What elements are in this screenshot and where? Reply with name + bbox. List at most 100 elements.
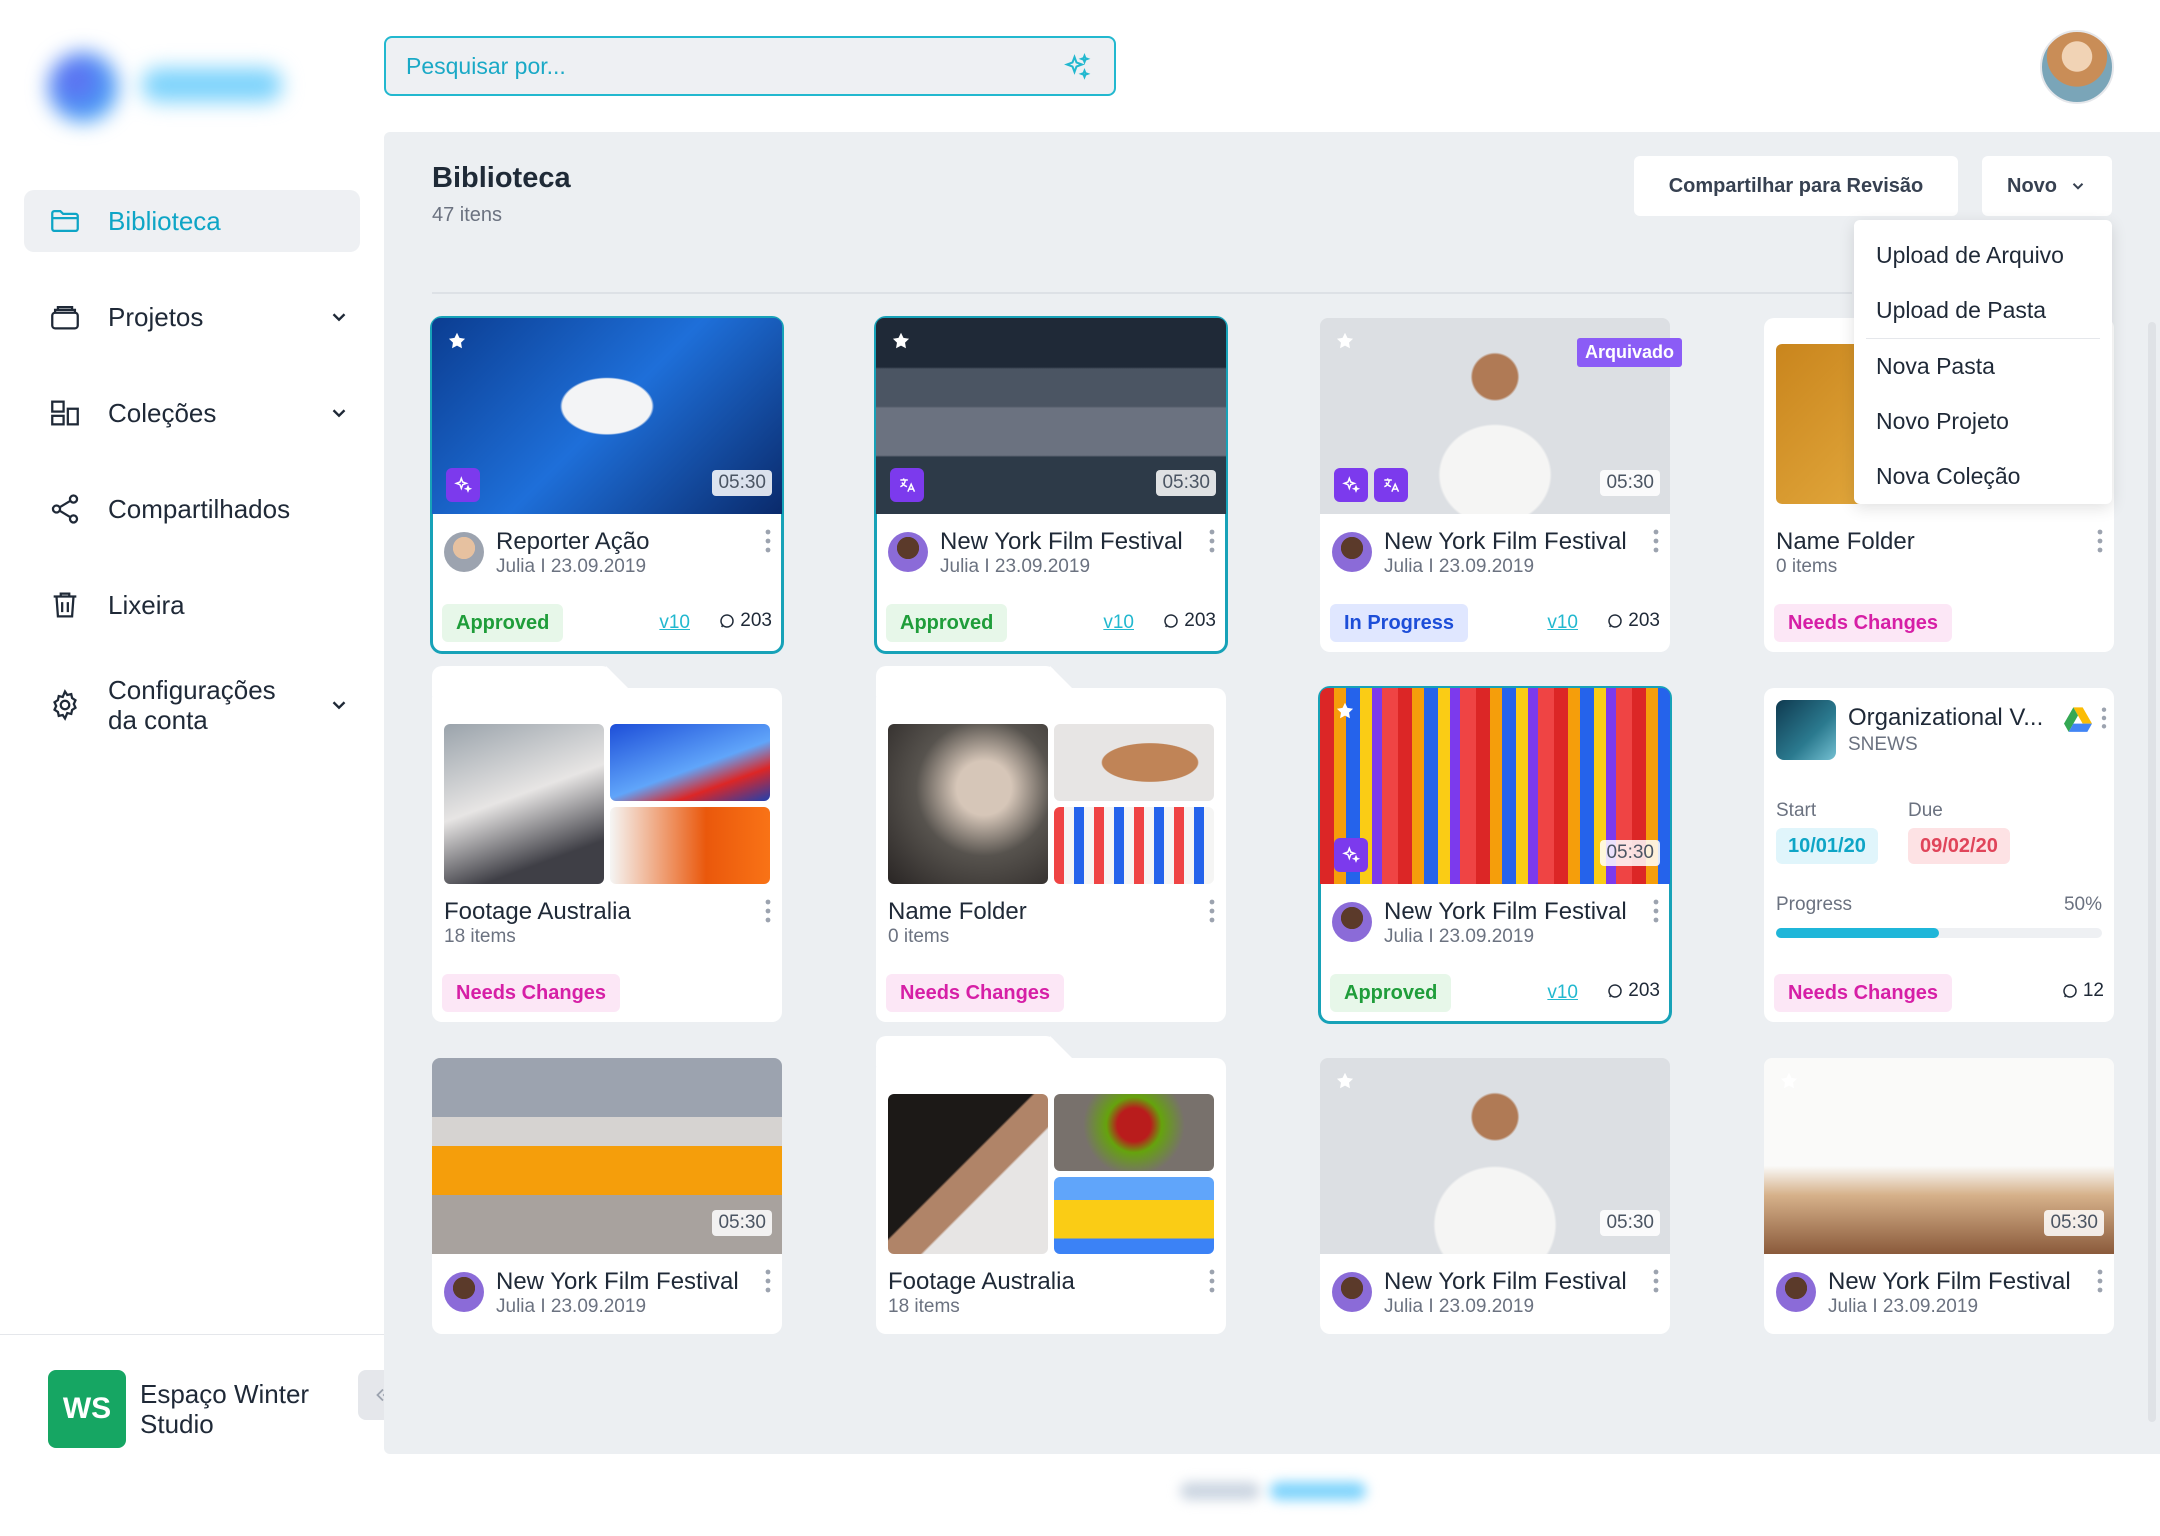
user-avatar[interactable]	[2040, 30, 2114, 104]
chevron-down-icon[interactable]	[328, 306, 350, 328]
status-badge[interactable]: Approved	[1330, 974, 1452, 1012]
ai-sparkle-icon[interactable]	[1334, 468, 1368, 502]
media-card[interactable]: 05:30 New York Film Festival Julia I 23.…	[432, 1058, 782, 1334]
comments-count[interactable]: 203	[1606, 980, 1660, 1002]
media-card[interactable]: 05:30 Reporter Ação Julia I 23.09.2019 A…	[430, 316, 784, 654]
version-link[interactable]: v10	[1547, 612, 1578, 634]
chevron-down-icon[interactable]	[328, 402, 350, 424]
folder-card[interactable]: Footage Australia 18 items	[876, 1036, 1226, 1334]
ai-sparkle-icon[interactable]	[446, 468, 480, 502]
sidebar-item-configuracoes[interactable]: Configurações da conta	[24, 670, 360, 740]
media-card[interactable]: 05:30 New York Film Festival Julia I 23.…	[874, 316, 1228, 654]
share-icon	[51, 494, 79, 524]
star-icon[interactable]	[1334, 330, 1356, 352]
card-footer: In Progress v10 203	[1330, 604, 1660, 642]
more-options-icon[interactable]	[2096, 1268, 2104, 1294]
start-label: Start	[1776, 800, 1817, 821]
card-title: New York Film Festival	[940, 528, 1183, 555]
sidebar-item-biblioteca[interactable]: Biblioteca	[24, 190, 360, 252]
menu-item-upload-file[interactable]: Upload de Arquivo	[1854, 228, 2112, 283]
folder-tab	[876, 1036, 1080, 1066]
sidebar-item-compartilhados[interactable]: Compartilhados	[24, 478, 360, 540]
comments-count[interactable]: 12	[2061, 980, 2104, 1002]
sidebar-item-label: Lixeira	[108, 589, 185, 620]
share-for-review-button[interactable]: Compartilhar para Revisão	[1634, 156, 1958, 216]
folder-card[interactable]: Footage Australia 18 items Needs Changes	[432, 666, 782, 1022]
version-link[interactable]: v10	[659, 612, 690, 634]
status-badge[interactable]: Needs Changes	[1774, 604, 1953, 642]
progress-fill	[1776, 928, 1939, 938]
status-badge[interactable]: Needs Changes	[886, 974, 1065, 1012]
new-button[interactable]: Novo	[1982, 156, 2112, 216]
more-options-icon[interactable]	[1652, 1268, 1660, 1294]
card-title: Name Folder	[1776, 528, 1915, 555]
card-title: New York Film Festival	[496, 1268, 739, 1295]
folder-preview-image	[888, 1094, 1048, 1254]
comment-icon	[2063, 984, 2077, 998]
progress-label: Progress	[1776, 894, 1853, 915]
comments-count[interactable]: 203	[1606, 610, 1660, 632]
sidebar-item-label: Coleções	[108, 397, 217, 428]
progress-bar	[1776, 928, 2102, 938]
new-button-label: Novo	[2007, 174, 2057, 197]
status-badge[interactable]: Approved	[442, 604, 564, 642]
sidebar-item-projetos[interactable]: Projetos	[24, 286, 360, 348]
more-options-icon[interactable]	[764, 1268, 772, 1294]
folder-preview	[888, 1094, 1214, 1254]
card-title: Footage Australia	[444, 898, 631, 925]
star-icon[interactable]	[446, 330, 468, 352]
menu-item-new-folder[interactable]: Nova Pasta	[1854, 339, 2112, 394]
media-card[interactable]: Arquivado 05:30 New York Film Festival J…	[1320, 318, 1682, 652]
ai-sparkle-icon[interactable]	[1334, 838, 1368, 872]
comments-count[interactable]: 203	[718, 610, 772, 632]
more-options-icon[interactable]	[1652, 528, 1660, 554]
more-options-icon[interactable]	[1208, 528, 1216, 554]
version-link[interactable]: v10	[1103, 612, 1134, 634]
star-icon[interactable]	[890, 330, 912, 352]
comment-icon	[720, 614, 735, 628]
card-meta: New York Film Festival Julia I 23.09.201…	[888, 524, 1216, 584]
folder-tab	[876, 666, 1080, 696]
media-card[interactable]: 05:30 New York Film Festival Julia I 23.…	[1320, 1058, 1670, 1334]
chevron-down-icon[interactable]	[328, 694, 350, 716]
folder-preview-image	[610, 724, 770, 801]
more-options-icon[interactable]	[2100, 706, 2108, 730]
more-options-icon[interactable]	[2096, 528, 2104, 554]
media-card[interactable]: 05:30 New York Film Festival Julia I 23.…	[1318, 686, 1672, 1024]
menu-item-upload-folder[interactable]: Upload de Pasta	[1854, 283, 2112, 338]
due-date: 09/02/20	[1908, 828, 2010, 864]
translate-icon[interactable]	[890, 468, 924, 502]
gear-icon	[53, 689, 77, 721]
workspace-switcher[interactable]: WS Espaço Winter Studio	[48, 1370, 340, 1448]
more-options-icon[interactable]	[1652, 898, 1660, 924]
card-footer: Needs Changes	[886, 974, 1216, 1012]
star-icon[interactable]	[1334, 1070, 1356, 1092]
media-card[interactable]: 05:30 New York Film Festival Julia I 23.…	[1764, 1058, 2114, 1334]
more-options-icon[interactable]	[764, 528, 772, 554]
menu-item-new-project[interactable]: Novo Projeto	[1854, 394, 2112, 449]
folder-card[interactable]: Name Folder 0 items Needs Changes	[876, 666, 1226, 1022]
status-badge[interactable]: In Progress	[1330, 604, 1469, 642]
sidebar-item-colecoes[interactable]: Coleções	[24, 382, 360, 444]
status-badge[interactable]: Approved	[886, 604, 1008, 642]
status-badge[interactable]: Needs Changes	[1774, 974, 1953, 1012]
more-options-icon[interactable]	[1208, 1268, 1216, 1294]
star-icon[interactable]	[1778, 1070, 1800, 1092]
more-options-icon[interactable]	[1208, 898, 1216, 924]
comments-count[interactable]: 203	[1162, 610, 1216, 632]
star-icon[interactable]	[1334, 700, 1356, 722]
card-title: Organizational V...	[1848, 704, 2044, 731]
more-options-icon[interactable]	[764, 898, 772, 924]
project-card[interactable]: Organizational V... SNEWS Start Due 10/0…	[1764, 688, 2114, 1022]
avatar	[1776, 1272, 1816, 1312]
tag-icons	[890, 468, 924, 502]
version-link[interactable]: v10	[1547, 982, 1578, 1004]
scrollbar[interactable]	[2148, 322, 2156, 1422]
status-badge[interactable]: Needs Changes	[442, 974, 621, 1012]
translate-icon[interactable]	[1374, 468, 1408, 502]
app-logo[interactable]	[42, 44, 292, 124]
ai-sparkle-icon[interactable]	[1062, 52, 1092, 82]
menu-item-new-collection[interactable]: Nova Coleção	[1854, 449, 2112, 504]
sidebar-item-lixeira[interactable]: Lixeira	[24, 574, 360, 636]
search-input[interactable]	[406, 38, 1026, 94]
